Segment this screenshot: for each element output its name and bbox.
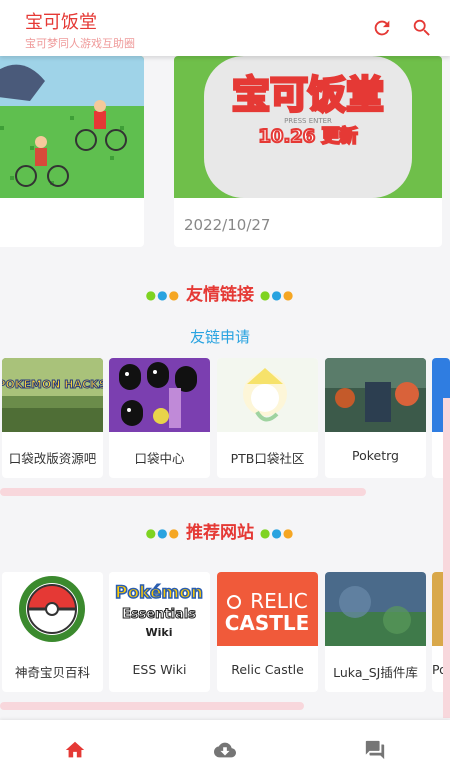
tile-label: ESS Wiki [132, 662, 187, 677]
recommended-tile[interactable]: RELIC CASTLE Relic Castle [217, 572, 318, 692]
news-card-right[interactable]: 宝可饭堂 PRESS ENTER 10.26 更新 2022/10/27 [174, 56, 442, 247]
ptb-thumbnail [217, 358, 318, 432]
tile-label: 口袋改版资源吧 [8, 451, 97, 466]
friend-link-tile[interactable]: PTB口袋社区 [217, 358, 318, 478]
relic-castle-logo: RELIC CASTLE [217, 572, 318, 646]
recommended-tile[interactable]: Luka_SJ插件库 [325, 572, 426, 692]
home-icon[interactable] [63, 738, 87, 762]
tile-label: Poketrg [352, 448, 399, 463]
tile-label: 神奇宝贝百科 [14, 665, 90, 680]
decor-dots-left: ●●● [145, 526, 181, 540]
pokehacks-thumbnail: POKEMON HACKS [2, 358, 103, 432]
tile-label: 口袋中心 [134, 451, 185, 466]
news-card-left-image [0, 56, 144, 198]
banner-title-text: 宝可饭堂 [232, 73, 384, 117]
tile-label: Luka_SJ插件库 [333, 665, 418, 680]
app-subtitle: 宝可梦同人游戏互助圈 [25, 37, 135, 50]
forum-icon[interactable] [363, 738, 387, 762]
news-banner-image: 宝可饭堂 PRESS ENTER 10.26 更新 [174, 56, 442, 198]
tile-label: PTB口袋社区 [230, 451, 305, 466]
banner-subtitle-text: 10.26 更新 [258, 125, 357, 147]
poketrg-thumbnail [325, 358, 426, 432]
banner-press-text: PRESS ENTER [284, 117, 332, 125]
tile-label: Relic Castle [231, 662, 304, 677]
cloud-download-icon[interactable] [213, 738, 237, 762]
friend-links-scrollbar[interactable] [0, 488, 366, 496]
app-title: 宝可饭堂 [25, 12, 97, 33]
recommended-scrollbar[interactable] [0, 702, 304, 710]
friend-links-title: 友情链接 [186, 285, 254, 305]
friend-link-apply[interactable]: 友链申请 [0, 326, 440, 347]
decor-dots-left: ●●● [145, 288, 181, 302]
friend-link-tile[interactable]: 口袋中心 [109, 358, 210, 478]
pokeball-wreath-logo [2, 572, 103, 646]
ess-logo-line3: Wiki [146, 626, 173, 639]
news-date: 2022/10/27 [184, 216, 271, 234]
pokehacks-logo-text: POKEMON HACKS [2, 378, 103, 391]
page-scroll-indicator [443, 398, 450, 718]
ess-logo-line1: Pokémon [115, 583, 203, 603]
ess-logo-line2: Essentials [122, 607, 196, 622]
ess-wiki-logo: Pokémon Essentials Wiki [109, 572, 210, 646]
bottom-navigation [0, 720, 450, 776]
search-icon[interactable] [408, 14, 436, 42]
relic-logo-line1: RELIC [250, 589, 308, 613]
app-header: 宝可饭堂 宝可梦同人游戏互助圈 [0, 0, 450, 56]
recommended-heading: ●●● 推荐网站 ●●● [0, 518, 440, 543]
decor-dots-right: ●●● [259, 288, 295, 302]
pokemon-center-thumbnail [109, 358, 210, 432]
relic-logo-line2: CASTLE [225, 611, 310, 635]
friend-link-tile[interactable]: POKEMON HACKS 口袋改版资源吧 [2, 358, 103, 478]
decor-dots-right: ●●● [259, 526, 295, 540]
refresh-icon[interactable] [368, 14, 396, 42]
recommended-tile[interactable]: 神奇宝贝百科 [2, 572, 103, 692]
friend-link-tile[interactable]: Poketrg [325, 358, 426, 478]
recommended-tile[interactable]: Pokémon Essentials Wiki ESS Wiki [109, 572, 210, 692]
recommended-title: 推荐网站 [186, 523, 254, 543]
luka-sj-thumbnail [325, 572, 426, 646]
friend-links-heading: ●●● 友情链接 ●●● [0, 280, 440, 305]
news-card-left[interactable] [0, 56, 144, 247]
